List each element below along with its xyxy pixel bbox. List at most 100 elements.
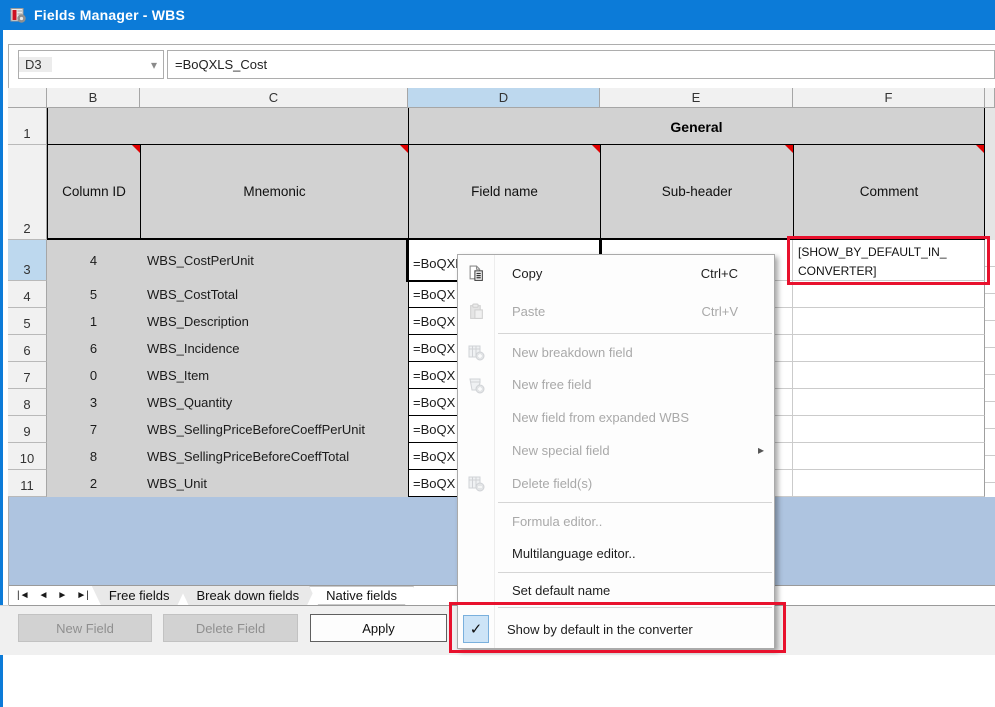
column-header-f[interactable]: F <box>793 88 985 108</box>
cell-b11[interactable]: 2 <box>47 470 140 497</box>
formula-text: =BoQXLS_Cost <box>175 57 267 72</box>
chevron-down-icon[interactable]: ▾ <box>151 58 157 72</box>
cell-f4[interactable] <box>793 281 985 308</box>
header-cell-field-name[interactable]: Field name <box>408 145 600 238</box>
new-field-button[interactable]: New Field <box>18 614 152 642</box>
cell-c5[interactable]: WBS_Description <box>140 308 408 335</box>
menu-item-new-special-field: New special field ▸ <box>458 434 774 467</box>
column-header-g-sliver[interactable] <box>985 88 995 108</box>
formula-input[interactable]: =BoQXLS_Cost <box>167 50 995 79</box>
prev-tab-icon[interactable]: ◄ <box>39 590 49 601</box>
menu-item-copy[interactable]: Copy Ctrl+C <box>458 255 774 293</box>
panel-border <box>8 44 995 45</box>
cell-c3[interactable]: WBS_CostPerUnit <box>140 240 408 281</box>
cell-reference: D3 <box>19 57 52 72</box>
paste-icon <box>458 303 494 320</box>
row-header-10[interactable]: 10 <box>8 443 47 470</box>
column-header-c[interactable]: C <box>140 88 408 108</box>
header-label: Field name <box>471 184 538 199</box>
cell-c7[interactable]: WBS_Item <box>140 362 408 389</box>
cell-b10[interactable]: 8 <box>47 443 140 470</box>
menu-item-label: New free field <box>512 377 591 392</box>
row-header-2[interactable]: 2 <box>8 145 47 240</box>
cell-g-sliver-headers <box>985 108 995 240</box>
cell-f9[interactable] <box>793 416 985 443</box>
cell-f3-comment[interactable]: [SHOW_BY_DEFAULT_IN_ CONVERTER] <box>793 240 985 281</box>
header-cell-mnemonic[interactable]: Mnemonic <box>140 145 408 238</box>
cell-f8[interactable] <box>793 389 985 416</box>
cell-f10[interactable] <box>793 443 985 470</box>
first-tab-icon[interactable]: |◄ <box>17 590 30 601</box>
header-cell-comment[interactable]: Comment <box>793 145 985 238</box>
column-header-e[interactable]: E <box>600 88 793 108</box>
row-header-9[interactable]: 9 <box>8 416 47 443</box>
new-breakdown-field-icon <box>458 343 494 361</box>
menu-item-delete-fields: Delete field(s) <box>458 467 774 500</box>
cell-b8[interactable]: 3 <box>47 389 140 416</box>
cell-b9[interactable]: 7 <box>47 416 140 443</box>
cell-b4[interactable]: 5 <box>47 281 140 308</box>
column-g-sliver <box>985 240 995 497</box>
cell-c11[interactable]: WBS_Unit <box>140 470 408 497</box>
row-header-4[interactable]: 4 <box>8 281 47 308</box>
menu-separator <box>498 607 772 608</box>
row-header-6[interactable]: 6 <box>8 335 47 362</box>
menu-item-label: New field from expanded WBS <box>512 410 689 425</box>
menu-check-gutter: ✓ <box>458 615 494 643</box>
row-header-5[interactable]: 5 <box>8 308 47 335</box>
cell-b5[interactable]: 1 <box>47 308 140 335</box>
cell-c10[interactable]: WBS_SellingPriceBeforeCoeffTotal <box>140 443 408 470</box>
cell-b7[interactable]: 0 <box>47 362 140 389</box>
menu-item-multilanguage-editor[interactable]: Multilanguage editor.. <box>458 538 774 571</box>
grid-corner-cell[interactable] <box>8 88 47 108</box>
next-tab-icon[interactable]: ► <box>57 590 67 601</box>
context-menu: Copy Ctrl+C Paste Ctrl+V New breakdown f… <box>457 254 775 649</box>
cell-c9[interactable]: WBS_SellingPriceBeforeCoeffPerUnit <box>140 416 408 443</box>
header-label: Column ID <box>62 184 126 199</box>
apply-button[interactable]: Apply <box>310 614 447 642</box>
row-header-7[interactable]: 7 <box>8 362 47 389</box>
menu-item-show-by-default-in-converter[interactable]: ✓ Show by default in the converter <box>458 610 774 648</box>
delete-field-button[interactable]: Delete Field <box>163 614 298 642</box>
row-header-11[interactable]: 11 <box>8 470 47 497</box>
cell-b1-c1[interactable] <box>47 108 408 145</box>
row-header-1[interactable]: 1 <box>8 108 47 145</box>
tab-break-down-fields[interactable]: Break down fields <box>180 586 317 605</box>
cell-f11[interactable] <box>793 470 985 497</box>
cell-f7[interactable] <box>793 362 985 389</box>
header-cell-column-id[interactable]: Column ID <box>47 145 140 238</box>
menu-item-label: New special field <box>512 443 610 458</box>
row-header-8[interactable]: 8 <box>8 389 47 416</box>
last-tab-icon[interactable]: ►| <box>76 590 89 601</box>
cell-c8[interactable]: WBS_Quantity <box>140 389 408 416</box>
window-title: Fields Manager - WBS <box>34 7 185 23</box>
header-cell-sub-header[interactable]: Sub-header <box>600 145 793 238</box>
tab-native-fields[interactable]: Native fields <box>309 586 414 605</box>
menu-item-label: Formula editor.. <box>512 514 602 529</box>
menu-item-label: Show by default in the converter <box>507 622 693 637</box>
menu-item-set-default-name[interactable]: Set default name <box>458 575 774 605</box>
tab-free-fields[interactable]: Free fields <box>92 586 187 605</box>
app-icon <box>9 6 27 24</box>
menu-item-label: Set default name <box>512 583 610 598</box>
cell-general-group-header[interactable]: General <box>408 108 985 145</box>
cell-name-box[interactable]: D3 ▾ <box>18 50 164 79</box>
header-label: Sub-header <box>662 184 733 199</box>
cell-b3[interactable]: 4 <box>47 240 140 281</box>
menu-item-label: New breakdown field <box>512 345 633 360</box>
menu-item-label: Paste <box>512 304 545 319</box>
column-header-b[interactable]: B <box>47 88 140 108</box>
menu-item-formula-editor: Formula editor.. <box>458 505 774 538</box>
header-label: Mnemonic <box>243 184 305 199</box>
row-header-3[interactable]: 3 <box>8 240 47 281</box>
cell-b6[interactable]: 6 <box>47 335 140 362</box>
fields-manager-window: Fields Manager - WBS D3 ▾ =BoQXLS_Cost B… <box>0 0 995 707</box>
column-header-d[interactable]: D <box>408 88 600 108</box>
cell-f6[interactable] <box>793 335 985 362</box>
header-label: Comment <box>860 184 919 199</box>
checkmark-icon: ✓ <box>463 615 489 643</box>
cell-c6[interactable]: WBS_Incidence <box>140 335 408 362</box>
cell-f5[interactable] <box>793 308 985 335</box>
cell-c4[interactable]: WBS_CostTotal <box>140 281 408 308</box>
comment-indicator-icon <box>132 145 140 153</box>
